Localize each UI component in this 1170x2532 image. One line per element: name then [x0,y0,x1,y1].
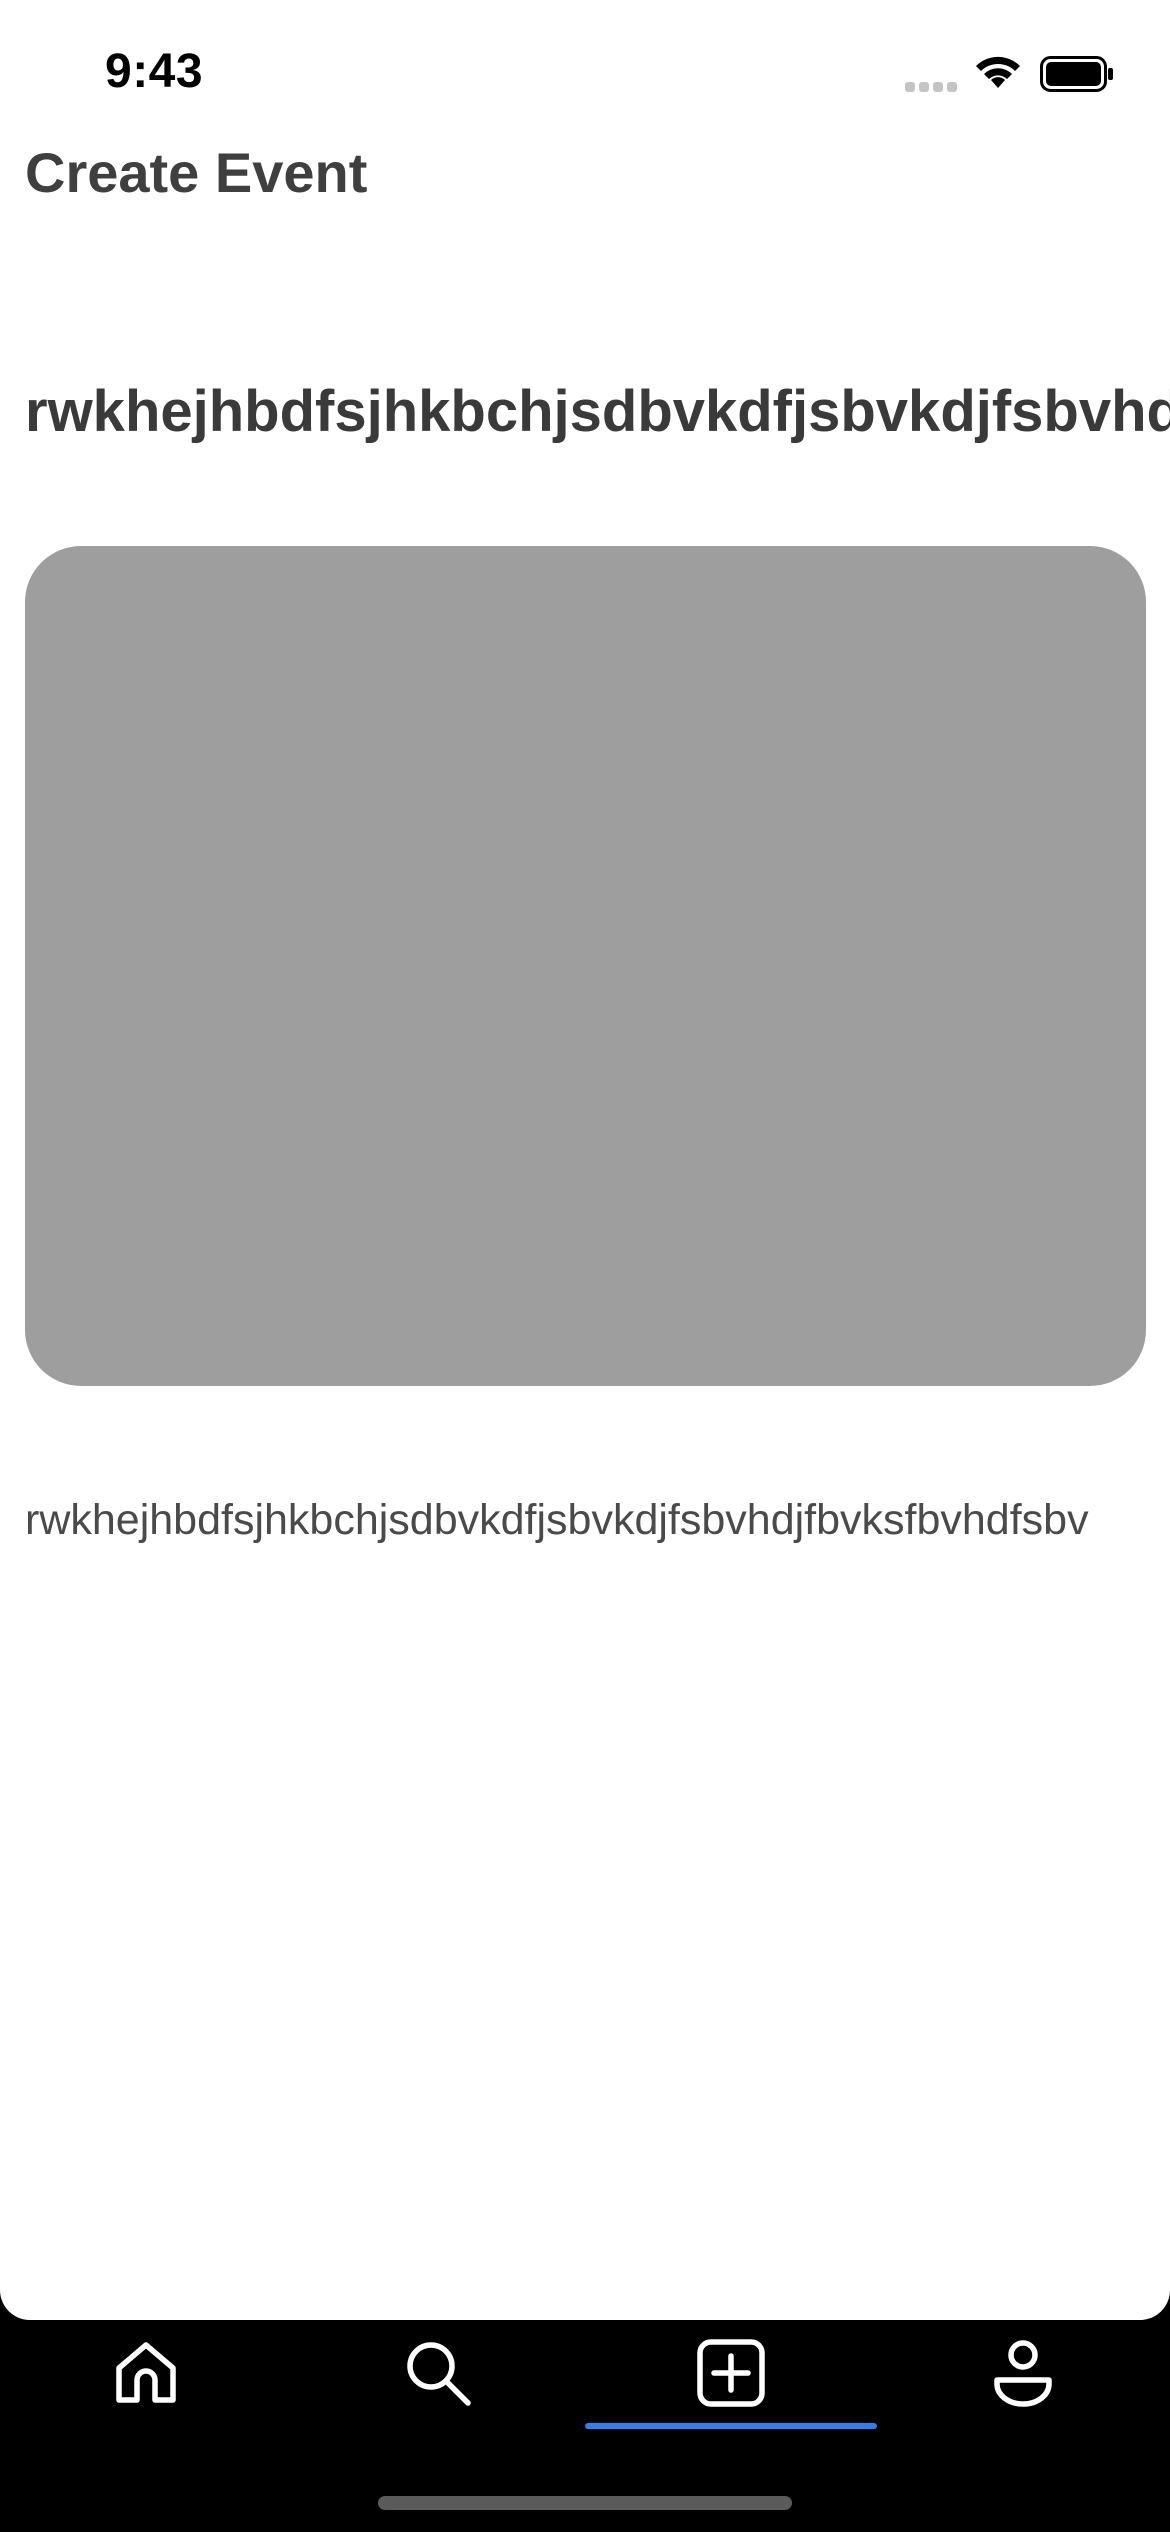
event-title: rwkhejhbdfsjhkbchjsdbvkdfjsbvkdjfsbvhdjf… [25,380,1170,444]
search-icon [402,2337,474,2414]
wifi-icon [972,52,1024,97]
content-area: 9:43 Create Event rwkhejhbdfsjhkbchjsdbv… [0,0,1170,2320]
tab-home[interactable] [0,2320,292,2430]
active-tab-indicator [585,2423,877,2429]
profile-icon [991,2338,1055,2413]
event-description: rwkhejhbdfsjhkbchjsdbvkdfjsbvkdjfsbvhdjf… [25,1496,1089,1544]
tab-profile[interactable] [877,2320,1169,2430]
plus-square-icon [696,2338,766,2413]
cellular-signal-icon [905,82,957,92]
tab-create[interactable] [585,2320,877,2430]
home-icon [111,2338,181,2413]
app-screen: 9:43 Create Event rwkhejhbdfsjhkbchjsdbv… [0,0,1170,2532]
page-title: Create Event [25,141,368,204]
tab-bar [0,2320,1170,2532]
tab-search[interactable] [292,2320,584,2430]
battery-icon [1040,56,1114,97]
status-time: 9:43 [105,45,204,98]
event-image-placeholder [25,546,1146,1386]
home-indicator [378,2496,792,2510]
